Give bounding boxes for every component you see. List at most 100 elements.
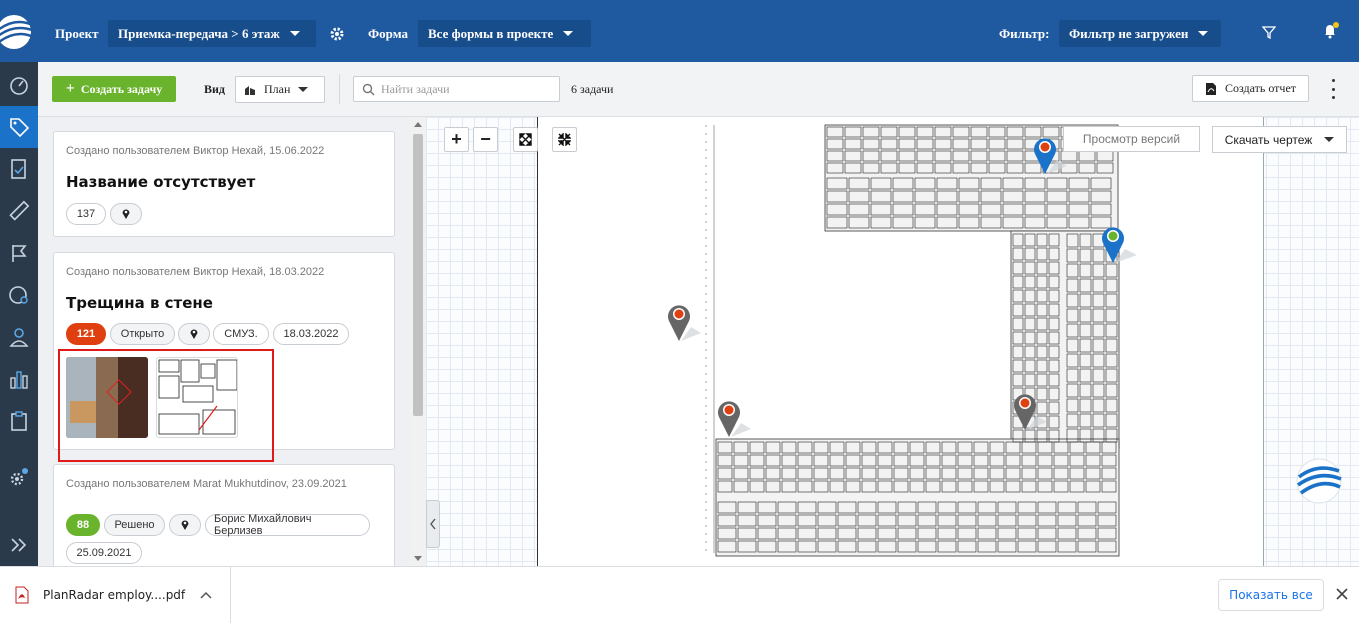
show-all-downloads-button[interactable]: Показать все: [1218, 579, 1324, 611]
tasks-toolbar: + Создать задачу Вид План 6 задачи Созда…: [38, 62, 1359, 117]
left-navigation-rail: [0, 0, 38, 566]
reports-nav-item[interactable]: [0, 274, 38, 316]
location-pin-button[interactable]: [110, 203, 142, 225]
dashboard-nav-item[interactable]: [0, 64, 38, 106]
gear-icon: [330, 27, 344, 41]
tasks-nav-item[interactable]: [0, 106, 38, 148]
scrollbar-thumb[interactable]: [413, 134, 423, 416]
due-date-badge: 25.09.2021: [66, 542, 142, 564]
filter-button[interactable]: [1261, 25, 1277, 42]
task-created-meta: Создано пользователем Виктор Нехай, 18.0…: [66, 266, 325, 278]
view-label: Вид: [204, 82, 225, 96]
settings-nav-item[interactable]: [0, 456, 38, 498]
task-card[interactable]: Создано пользователем Marat Mukhutdinov,…: [53, 464, 395, 566]
create-task-button[interactable]: + Создать задачу: [52, 76, 176, 102]
task-number-badge: 121: [66, 323, 106, 345]
photo-thumbnail[interactable]: [66, 357, 148, 438]
chevron-down-icon: [563, 31, 574, 36]
view-value: План: [264, 82, 291, 96]
download-file-name: PlanRadar employ....pdf: [43, 588, 186, 602]
create-report-button[interactable]: Создать отчет: [1192, 75, 1309, 102]
plans-nav-item[interactable]: [0, 190, 38, 232]
view-versions-button[interactable]: Просмотр версий: [1063, 126, 1200, 152]
assignee-badge: Борис Михайлович Берлизев: [205, 513, 370, 537]
location-pin-button[interactable]: [169, 514, 201, 536]
plan-thumbnail[interactable]: [156, 357, 238, 438]
chevron-up-icon[interactable]: [200, 591, 212, 599]
tag-icon: [10, 118, 30, 138]
compress-arrows-icon: [558, 133, 571, 146]
planradar-logo-icon: [0, 15, 33, 49]
download-drawing-button[interactable]: Скачать чертеж: [1212, 126, 1347, 153]
task-card[interactable]: Создано пользователем Виктор Нехай, 15.0…: [53, 131, 395, 237]
forms-nav-item[interactable]: [0, 148, 38, 190]
chevron-down-icon: [298, 87, 309, 92]
pdf-file-icon: [15, 586, 29, 604]
expand-nav-item[interactable]: [0, 524, 38, 566]
building-icon: [245, 85, 255, 95]
planradar-watermark-logo: [1296, 458, 1342, 504]
form-select[interactable]: Все формы в проекте: [418, 20, 591, 47]
task-pin-gray[interactable]: [1013, 392, 1049, 432]
floor-plan-drawing: [705, 124, 1120, 557]
pdf-file-icon: [1205, 82, 1216, 95]
plus-icon: +: [451, 129, 462, 149]
zoom-in-button[interactable]: +: [444, 127, 469, 152]
gauge-icon: [9, 286, 28, 304]
minus-icon: −: [480, 129, 491, 149]
task-created-meta: Создано пользователем Виктор Нехай, 15.0…: [66, 145, 325, 157]
task-pin-gray[interactable]: [717, 399, 753, 439]
flags-nav-item[interactable]: [0, 232, 38, 274]
view-select[interactable]: План: [235, 76, 325, 103]
fit-screen-button[interactable]: [513, 127, 538, 152]
search-input[interactable]: [381, 81, 551, 97]
clipboard-icon: [11, 411, 27, 431]
notifications-button[interactable]: [1322, 22, 1340, 43]
task-card[interactable]: Создано пользователем Виктор Нехай, 18.0…: [53, 252, 395, 462]
project-label: Проект: [55, 26, 99, 41]
search-box[interactable]: [353, 76, 560, 102]
task-pin-gray[interactable]: [667, 303, 703, 343]
chevron-down-icon: [1198, 31, 1209, 36]
clipboard-nav-item[interactable]: [0, 400, 38, 442]
scroll-up-arrow-icon[interactable]: [414, 122, 422, 127]
fullscreen-button[interactable]: [552, 127, 577, 152]
location-pin-button[interactable]: [178, 323, 210, 345]
project-select[interactable]: Приемка-передача > 6 этаж: [108, 20, 316, 47]
scroll-down-arrow-icon[interactable]: [414, 556, 422, 561]
close-icon[interactable]: [1336, 588, 1348, 600]
user-icon: [9, 328, 29, 347]
project-value: Приемка-передача > 6 этаж: [118, 25, 280, 41]
chevron-down-icon: [289, 31, 300, 36]
task-pin-red-blue[interactable]: [1033, 136, 1069, 176]
task-list-scrollbar[interactable]: [410, 117, 426, 566]
assignee-badge: СМУЗ.: [213, 323, 269, 345]
ruler-icon: [9, 200, 30, 221]
app-logo[interactable]: [0, 0, 38, 62]
bar-chart-icon: [10, 371, 28, 389]
zoom-out-button[interactable]: −: [473, 127, 498, 152]
collapse-list-button[interactable]: [426, 500, 440, 548]
task-number-badge: 137: [66, 203, 106, 225]
more-options-icon[interactable]: [1328, 79, 1338, 99]
filter-label: Фильтр:: [999, 26, 1050, 41]
task-number-badge: 88: [66, 514, 100, 536]
filter-select[interactable]: Фильтр не загружен: [1059, 20, 1221, 47]
project-settings-button[interactable]: [329, 26, 345, 45]
task-pin-green-blue[interactable]: [1101, 225, 1139, 265]
plan-viewer[interactable]: + − Просмотр версий Скачать чертеж: [426, 117, 1359, 566]
download-item[interactable]: PlanRadar employ....pdf: [0, 567, 231, 623]
download-drawing-label: Скачать чертеж: [1224, 132, 1313, 147]
form-value: Все формы в проекте: [428, 25, 554, 41]
map-pin-icon: [122, 209, 130, 219]
create-report-label: Создать отчет: [1224, 81, 1297, 95]
planradar-app: Проект Приемка-передача > 6 этаж Форма В…: [0, 0, 1359, 623]
browser-downloads-bar: PlanRadar employ....pdf Показать все: [0, 566, 1359, 623]
users-nav-item[interactable]: [0, 316, 38, 358]
task-created-meta: Создано пользователем Marat Mukhutdinov,…: [66, 478, 347, 490]
create-task-label: Создать задачу: [80, 81, 163, 96]
map-pin-icon: [181, 520, 189, 530]
settings-icon: [10, 468, 28, 486]
task-title: Трещина в стене: [66, 294, 213, 312]
statistics-nav-item[interactable]: [0, 358, 38, 400]
